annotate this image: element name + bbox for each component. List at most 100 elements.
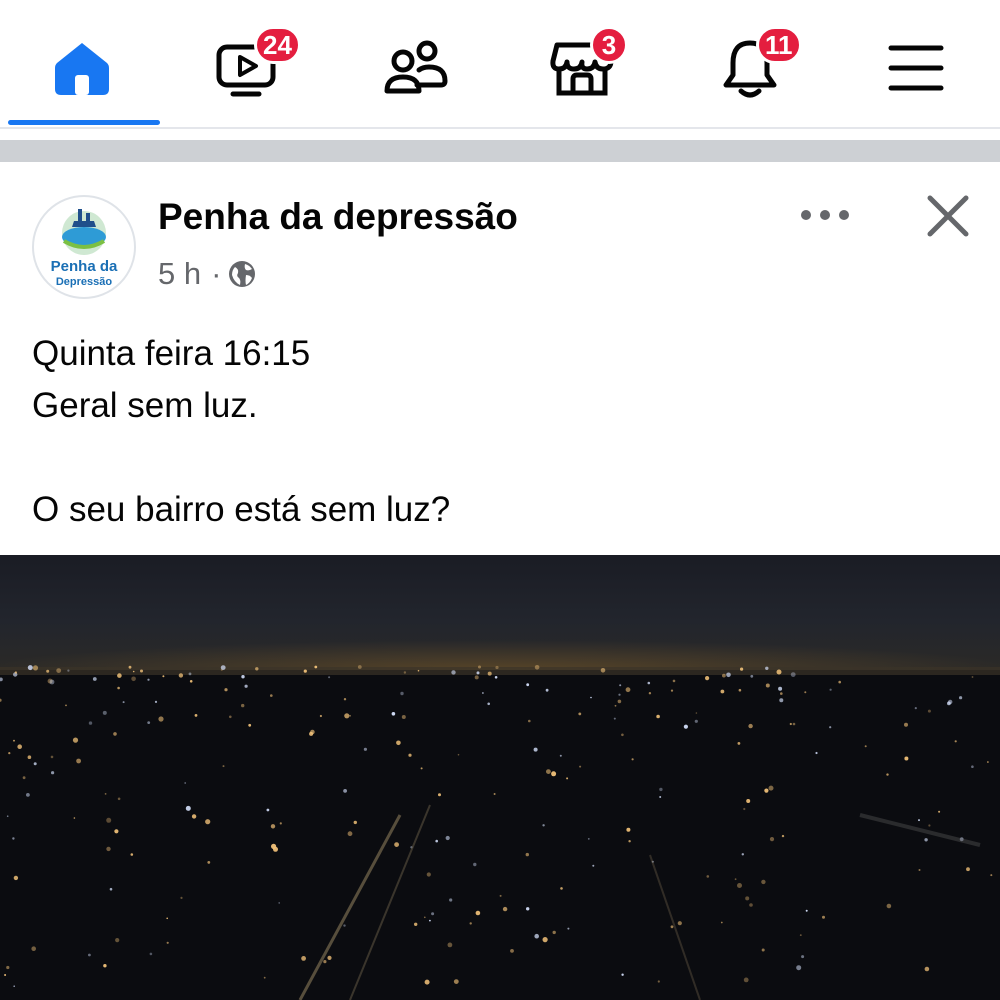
svg-text:Penha da: Penha da xyxy=(51,258,118,275)
city-light xyxy=(270,824,276,829)
city-light xyxy=(328,676,331,679)
nav-menu-tab[interactable] xyxy=(856,20,976,116)
city-light xyxy=(323,960,327,964)
city-light xyxy=(46,669,50,673)
nav-home-tab[interactable] xyxy=(22,20,142,116)
city-light xyxy=(647,681,651,685)
city-light xyxy=(924,838,928,842)
city-light xyxy=(49,679,55,685)
city-light xyxy=(271,843,277,849)
city-light xyxy=(178,673,184,678)
city-light xyxy=(695,712,698,714)
city-light xyxy=(343,698,347,701)
post-time[interactable]: 5 h xyxy=(158,256,201,292)
city-light xyxy=(886,903,892,909)
post-photo[interactable] xyxy=(0,555,1000,1000)
city-light xyxy=(761,948,765,952)
city-light xyxy=(769,837,775,842)
city-light xyxy=(672,679,676,683)
city-light xyxy=(789,722,792,726)
city-light xyxy=(453,979,459,984)
page-name-link[interactable]: Penha da depressão xyxy=(158,196,518,238)
city-light xyxy=(746,799,751,803)
city-light xyxy=(502,906,508,912)
city-light xyxy=(741,853,744,856)
city-light xyxy=(764,788,769,793)
city-light xyxy=(778,686,783,691)
city-light xyxy=(13,985,15,987)
city-light xyxy=(162,675,165,678)
city-light xyxy=(617,699,622,704)
post-more-options-button[interactable] xyxy=(790,190,860,240)
city-light xyxy=(780,692,783,695)
post-text-line: Quinta feira 16:15 xyxy=(32,334,311,373)
city-light xyxy=(327,955,332,960)
city-light xyxy=(50,755,54,759)
city-light xyxy=(990,874,993,877)
nav-watch-tab[interactable]: 24 xyxy=(188,20,308,116)
city-light xyxy=(13,875,19,881)
city-light xyxy=(740,667,744,671)
notifications-badge: 11 xyxy=(756,26,802,64)
city-light xyxy=(567,927,570,930)
city-light xyxy=(166,941,169,944)
city-light xyxy=(670,689,674,692)
city-light xyxy=(13,739,15,742)
city-light xyxy=(927,709,931,713)
city-light xyxy=(424,979,430,985)
city-light xyxy=(829,726,832,729)
city-light xyxy=(734,878,737,881)
city-light xyxy=(189,680,193,683)
city-light xyxy=(805,909,808,912)
city-light xyxy=(959,696,963,700)
city-light xyxy=(768,785,774,791)
nav-friends-tab[interactable] xyxy=(356,20,476,116)
city-light xyxy=(8,752,11,755)
city-light xyxy=(420,767,423,770)
city-light xyxy=(391,712,396,716)
post-close-button[interactable] xyxy=(918,188,978,244)
city-light xyxy=(278,902,281,904)
city-light xyxy=(904,722,908,727)
city-light xyxy=(765,666,769,670)
city-light xyxy=(263,976,266,979)
city-light xyxy=(670,925,674,929)
city-light xyxy=(918,869,921,871)
city-light xyxy=(914,707,917,710)
city-light xyxy=(590,696,592,699)
post-meta: 5 h · xyxy=(158,254,257,294)
city-light xyxy=(113,732,117,736)
city-light xyxy=(429,919,431,922)
city-light xyxy=(438,793,441,797)
city-light xyxy=(966,867,970,872)
city-light xyxy=(180,896,183,899)
city-light xyxy=(648,692,652,695)
city-light xyxy=(207,861,211,864)
nav-marketplace-tab[interactable]: 3 xyxy=(522,20,642,116)
city-light xyxy=(343,924,346,927)
city-light xyxy=(426,872,431,877)
svg-text:Depressão: Depressão xyxy=(56,276,113,288)
city-light xyxy=(149,952,153,956)
city-light xyxy=(534,665,540,670)
city-light xyxy=(613,717,616,720)
page-avatar[interactable]: Penha da Depressão xyxy=(32,195,136,299)
city-light xyxy=(122,701,125,704)
city-light xyxy=(270,694,273,697)
city-light xyxy=(31,946,36,951)
city-light xyxy=(924,966,930,972)
city-light xyxy=(545,688,549,692)
city-light xyxy=(804,691,807,694)
city-light xyxy=(657,980,660,983)
city-light xyxy=(130,853,134,856)
city-light xyxy=(776,669,782,675)
nav-notifications-tab[interactable]: 11 xyxy=(690,20,810,116)
city-light xyxy=(499,894,502,897)
city-light xyxy=(314,665,318,669)
city-light xyxy=(22,776,26,780)
city-light xyxy=(401,715,406,719)
city-light xyxy=(737,742,741,745)
city-light xyxy=(451,670,456,675)
city-light xyxy=(822,915,825,919)
city-light xyxy=(205,819,211,825)
